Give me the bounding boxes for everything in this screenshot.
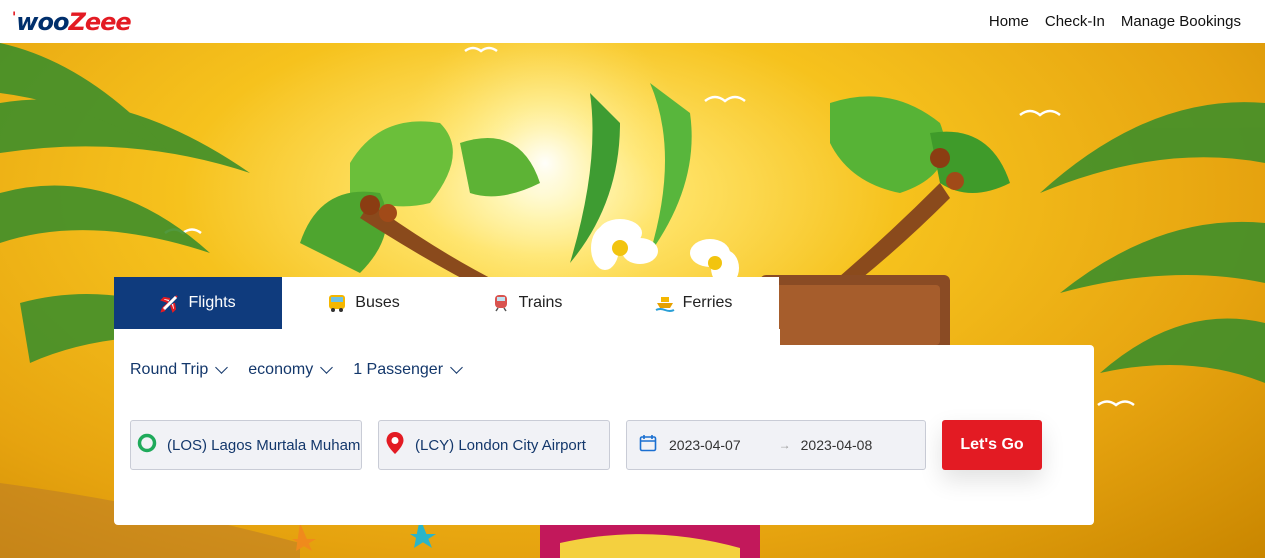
map-pin-icon xyxy=(385,431,405,460)
destination-value: (LCY) London City Airport xyxy=(415,436,586,454)
nav-home-link[interactable]: Home xyxy=(989,13,1029,30)
logo-dot: ' xyxy=(12,9,16,26)
flight-search-panel: Round Trip economy 1 Passenger (LOS) Lag… xyxy=(114,345,1094,525)
passengers-dropdown[interactable]: 1 Passenger xyxy=(353,361,463,379)
logo-part-2: Zeee xyxy=(68,7,131,36)
chevron-down-icon xyxy=(215,361,229,374)
destination-field[interactable]: (LCY) London City Airport xyxy=(378,420,610,470)
return-date-value: 2023-04-08 xyxy=(800,437,873,453)
depart-date-value: 2023-04-07 xyxy=(669,437,741,453)
main-nav: Home Check-In Manage Bookings xyxy=(989,13,1241,30)
tab-ferries-label: Ferries xyxy=(682,294,733,311)
airplane-icon xyxy=(160,293,180,313)
date-range-field[interactable]: 2023-04-07 → 2023-04-08 xyxy=(626,420,926,470)
tab-trains-label: Trains xyxy=(518,294,563,311)
search-submit-button[interactable]: Let's Go xyxy=(942,420,1042,470)
search-options: Round Trip economy 1 Passenger xyxy=(130,361,463,379)
origin-value: (LOS) Lagos Murtala Muhammed xyxy=(167,436,361,454)
logo-part-1: woo xyxy=(16,7,69,36)
site-logo[interactable]: ' woo Zeee xyxy=(12,7,132,36)
cabin-class-value: economy xyxy=(248,361,314,378)
chevron-down-icon xyxy=(450,361,463,374)
origin-marker-icon xyxy=(137,433,157,458)
nav-check-in-link[interactable]: Check-In xyxy=(1045,13,1105,30)
chevron-down-icon xyxy=(320,361,334,374)
ferry-icon xyxy=(655,293,675,313)
transport-tabs: Flights Buses Trains Ferries xyxy=(114,277,779,329)
cabin-class-dropdown[interactable]: economy xyxy=(248,361,334,379)
tab-buses-label: Buses xyxy=(355,294,400,311)
panel-top-strip xyxy=(114,329,780,345)
bus-icon xyxy=(327,293,347,313)
passengers-value: 1 Passenger xyxy=(353,361,444,378)
tab-buses[interactable]: Buses xyxy=(282,277,445,329)
calendar-icon xyxy=(639,434,657,457)
top-header: ' woo Zeee Home Check-In Manage Bookings xyxy=(0,0,1265,43)
tab-flights[interactable]: Flights xyxy=(114,277,282,329)
arrow-right-icon: → xyxy=(778,438,791,452)
origin-field[interactable]: (LOS) Lagos Murtala Muhammed xyxy=(130,420,362,470)
train-icon xyxy=(491,293,511,313)
trip-type-dropdown[interactable]: Round Trip xyxy=(130,361,229,379)
nav-manage-bookings-link[interactable]: Manage Bookings xyxy=(1121,13,1241,30)
tab-flights-label: Flights xyxy=(188,294,236,311)
tab-ferries[interactable]: Ferries xyxy=(608,277,779,329)
tab-trains[interactable]: Trains xyxy=(445,277,608,329)
trip-type-value: Round Trip xyxy=(130,361,209,378)
